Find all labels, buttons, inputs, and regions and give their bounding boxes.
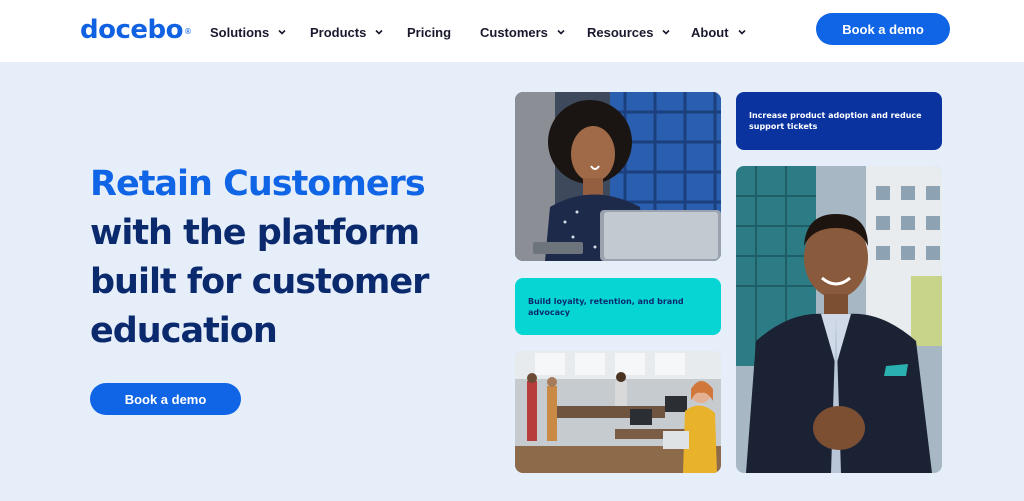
book-demo-hero-button[interactable]: Book a demo: [90, 383, 241, 415]
chevron-down-icon: [375, 29, 383, 35]
nav-about-label: About: [691, 24, 729, 40]
nav-solutions[interactable]: Solutions: [210, 22, 287, 42]
photo-office-team: [515, 351, 721, 473]
hero-headline: Retain Customers with the platform built…: [90, 160, 450, 356]
nav-about[interactable]: About: [691, 22, 747, 42]
nav-products[interactable]: Products: [310, 22, 384, 42]
nav-products-label: Products: [310, 24, 367, 40]
nav-customers-label: Customers: [480, 24, 548, 40]
headline-accent: Retain Customers: [90, 164, 426, 204]
nav-resources-label: Resources: [587, 24, 654, 40]
photo-smiling-man-in-suit: [736, 166, 942, 473]
headline-rest: with the platform built for customer edu…: [90, 213, 429, 351]
nav-solutions-label: Solutions: [210, 24, 270, 40]
card-loyalty: Build loyalty, retention, and brand advo…: [515, 278, 721, 335]
docebo-logo[interactable]: docebo®: [80, 15, 192, 45]
registered-mark: ®: [184, 27, 192, 36]
site-header: docebo® Solutions Products Pricing Custo…: [0, 0, 1024, 62]
chevron-down-icon: [278, 29, 286, 35]
logo-text: docebo: [80, 15, 184, 45]
book-demo-header-button[interactable]: Book a demo: [816, 13, 950, 45]
nav-customers[interactable]: Customers: [480, 22, 566, 42]
chevron-down-icon: [557, 29, 565, 35]
chevron-down-icon: [662, 29, 671, 35]
nav-pricing[interactable]: Pricing: [407, 22, 451, 42]
chevron-down-icon: [737, 29, 746, 35]
photo-woman-with-laptop: [515, 92, 721, 261]
card-adoption-text: Increase product adoption and reduce sup…: [749, 111, 922, 131]
nav-pricing-label: Pricing: [407, 24, 452, 40]
nav-resources[interactable]: Resources: [587, 22, 671, 42]
card-loyalty-text: Build loyalty, retention, and brand advo…: [528, 297, 684, 317]
card-product-adoption: Increase product adoption and reduce sup…: [736, 92, 942, 150]
